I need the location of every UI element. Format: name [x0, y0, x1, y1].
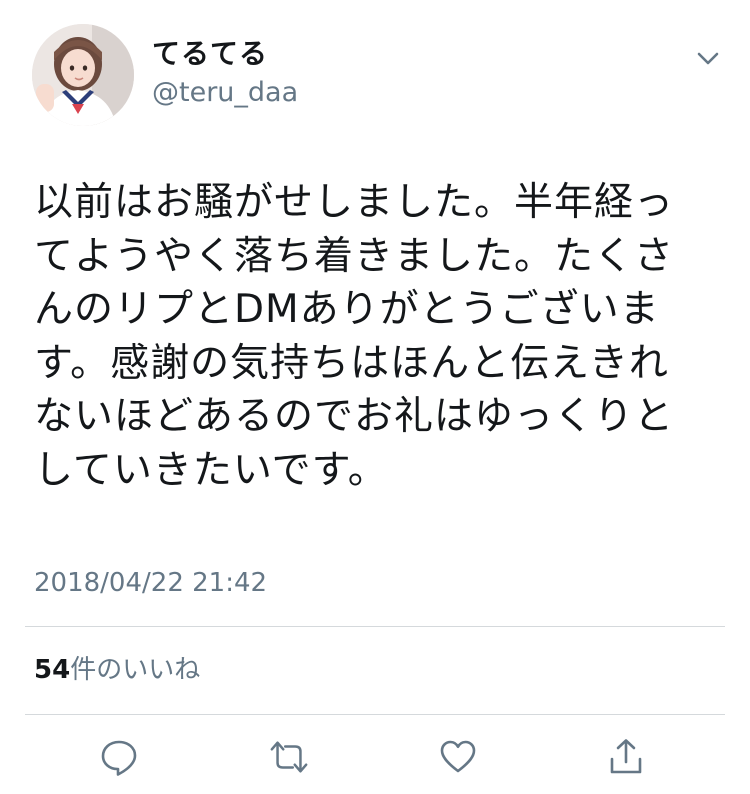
share-icon [610, 739, 642, 774]
likes-label: 件のいいね [70, 655, 201, 685]
retweet-icon [270, 741, 308, 773]
share-button[interactable] [605, 736, 647, 778]
tweet-timestamp[interactable]: 2018/04/22 21:42 [34, 566, 267, 600]
reply-button[interactable] [98, 736, 140, 778]
heart-icon [440, 740, 476, 773]
avatar[interactable] [32, 24, 134, 126]
author-handle[interactable]: @teru_daa [152, 76, 298, 110]
divider [25, 626, 725, 627]
reply-icon [101, 740, 137, 776]
chevron-down-icon [697, 52, 719, 65]
profile-photo-icon [32, 24, 134, 126]
tweet-menu-button[interactable] [690, 44, 726, 74]
tweet-text: 以前はお騒がせしました。半年経ってようやく落ち着きました。たくさんのリプとDMあ… [34, 180, 675, 493]
divider [25, 714, 725, 715]
likes-summary[interactable]: 54件のいいね [34, 654, 200, 686]
retweet-button[interactable] [268, 736, 310, 778]
author-display-name[interactable]: てるてる [152, 36, 268, 72]
like-button[interactable] [437, 736, 479, 778]
likes-count: 54 [34, 655, 71, 685]
